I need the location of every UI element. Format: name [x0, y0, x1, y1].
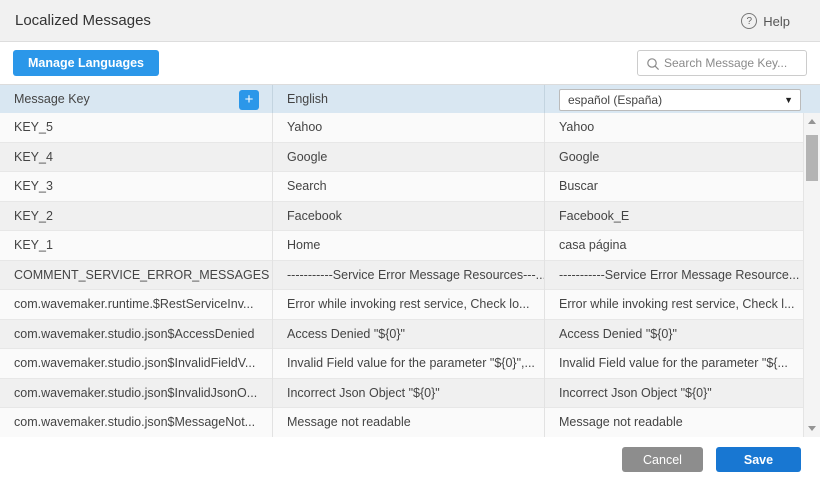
cell-key[interactable]: KEY_1: [0, 231, 272, 261]
table-row: com.wavemaker.runtime.$RestServiceInv...…: [0, 290, 803, 320]
cell-spanish[interactable]: Message not readable: [544, 408, 803, 437]
cell-key[interactable]: KEY_2: [0, 202, 272, 232]
table-row: KEY_5YahooYahoo: [0, 113, 803, 143]
cell-english[interactable]: Yahoo: [272, 113, 544, 143]
cell-spanish[interactable]: Buscar: [544, 172, 803, 202]
chevron-down-icon: ▼: [784, 90, 793, 110]
localized-messages-dialog: Localized Messages ? Help Manage Languag…: [0, 0, 820, 487]
cell-english[interactable]: Message not readable: [272, 408, 544, 437]
cell-spanish[interactable]: Error while invoking rest service, Check…: [544, 290, 803, 320]
toolbar: Manage Languages: [0, 43, 820, 84]
language-select-value: español (España): [568, 93, 662, 107]
save-button[interactable]: Save: [716, 447, 801, 472]
cell-key[interactable]: KEY_4: [0, 143, 272, 173]
column-header-message-key: Message Key +: [0, 85, 272, 114]
cell-english[interactable]: Search: [272, 172, 544, 202]
scrollbar-thumb[interactable]: [806, 135, 818, 181]
vertical-scrollbar[interactable]: [803, 113, 820, 437]
table-body: KEY_5YahooYahooKEY_4GoogleGoogleKEY_3Sea…: [0, 113, 803, 437]
table-row: KEY_1Homecasa página: [0, 231, 803, 261]
language-select[interactable]: español (España) ▼: [559, 89, 801, 111]
cell-key[interactable]: com.wavemaker.studio.json$InvalidJsonO..…: [0, 379, 272, 409]
cell-spanish[interactable]: Incorrect Json Object "${0}": [544, 379, 803, 409]
cell-english[interactable]: Invalid Field value for the parameter "$…: [272, 349, 544, 379]
cell-spanish[interactable]: Facebook_E: [544, 202, 803, 232]
table-row: KEY_3SearchBuscar: [0, 172, 803, 202]
footer: Cancel Save: [0, 437, 820, 487]
help-link[interactable]: ? Help: [741, 0, 790, 42]
question-circle-icon: ?: [741, 13, 757, 29]
help-label: Help: [763, 14, 790, 29]
table-header: Message Key + English español (España) ▼: [0, 84, 820, 113]
search-box: [637, 50, 807, 76]
table-row: com.wavemaker.studio.json$MessageNot...M…: [0, 408, 803, 437]
cell-key[interactable]: com.wavemaker.runtime.$RestServiceInv...: [0, 290, 272, 320]
cell-english[interactable]: Home: [272, 231, 544, 261]
cancel-button[interactable]: Cancel: [622, 447, 703, 472]
table-row: KEY_2FacebookFacebook_E: [0, 202, 803, 232]
plus-icon[interactable]: +: [239, 90, 259, 110]
cell-english[interactable]: -----------Service Error Message Resourc…: [272, 261, 544, 291]
cell-english[interactable]: Error while invoking rest service, Check…: [272, 290, 544, 320]
cell-english[interactable]: Incorrect Json Object "${0}": [272, 379, 544, 409]
column-header-english: English: [272, 85, 544, 114]
cell-spanish[interactable]: Invalid Field value for the parameter "$…: [544, 349, 803, 379]
title-bar: Localized Messages ? Help: [0, 0, 820, 42]
cell-spanish[interactable]: casa página: [544, 231, 803, 261]
manage-languages-button[interactable]: Manage Languages: [13, 50, 159, 76]
table-row: com.wavemaker.studio.json$InvalidFieldV.…: [0, 349, 803, 379]
cell-english[interactable]: Google: [272, 143, 544, 173]
page-title: Localized Messages: [15, 0, 151, 42]
cell-key[interactable]: KEY_3: [0, 172, 272, 202]
cell-key[interactable]: KEY_5: [0, 113, 272, 143]
cell-key[interactable]: com.wavemaker.studio.json$AccessDenied: [0, 320, 272, 350]
column-header-language: español (España) ▼: [544, 85, 820, 114]
table-row: com.wavemaker.studio.json$AccessDeniedAc…: [0, 320, 803, 350]
cell-english[interactable]: Facebook: [272, 202, 544, 232]
cell-spanish[interactable]: Yahoo: [544, 113, 803, 143]
scrollbar-down-icon[interactable]: [804, 420, 820, 437]
search-icon: [646, 57, 660, 71]
cell-key[interactable]: com.wavemaker.studio.json$MessageNot...: [0, 408, 272, 437]
table-row: COMMENT_SERVICE_ERROR_MESSAGES----------…: [0, 261, 803, 291]
cell-key[interactable]: com.wavemaker.studio.json$InvalidFieldV.…: [0, 349, 272, 379]
table-row: KEY_4GoogleGoogle: [0, 143, 803, 173]
cell-key[interactable]: COMMENT_SERVICE_ERROR_MESSAGES: [0, 261, 272, 291]
search-input[interactable]: [664, 51, 804, 75]
cell-spanish[interactable]: Access Denied "${0}": [544, 320, 803, 350]
scrollbar-up-icon[interactable]: [804, 113, 820, 130]
cell-spanish[interactable]: Google: [544, 143, 803, 173]
table-row: com.wavemaker.studio.json$InvalidJsonO..…: [0, 379, 803, 409]
cell-english[interactable]: Access Denied "${0}": [272, 320, 544, 350]
cell-spanish[interactable]: -----------Service Error Message Resourc…: [544, 261, 803, 291]
